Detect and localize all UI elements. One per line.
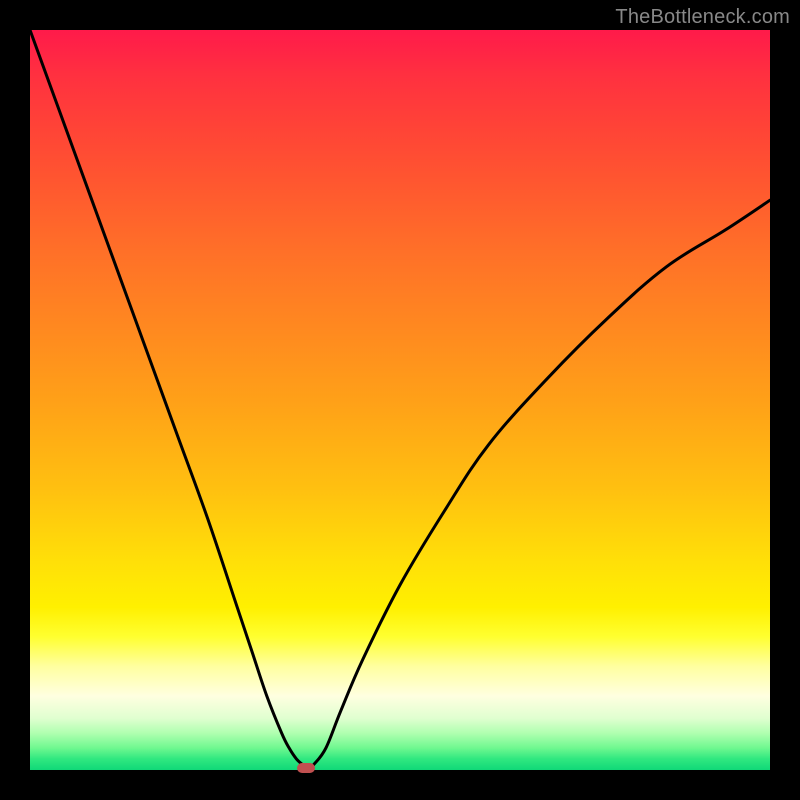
curve-layer	[30, 30, 770, 770]
bottleneck-curve	[30, 30, 770, 769]
optimal-point-marker	[297, 763, 315, 773]
watermark-text: TheBottleneck.com	[615, 6, 790, 29]
chart-frame: TheBottleneck.com	[0, 0, 800, 800]
